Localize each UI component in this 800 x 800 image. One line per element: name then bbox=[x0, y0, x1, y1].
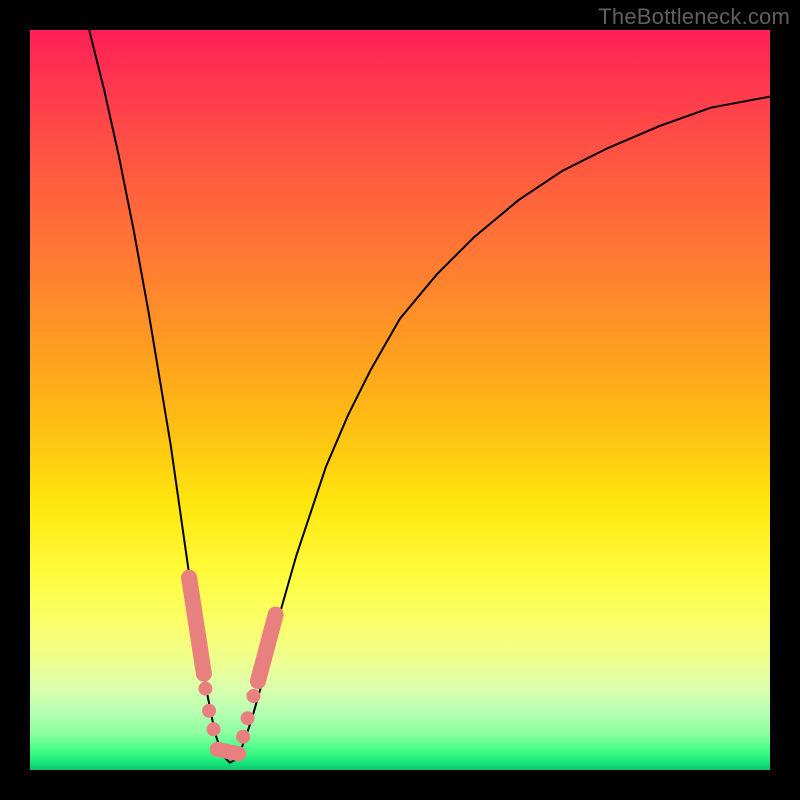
plot-area bbox=[30, 30, 770, 770]
watermark-text: TheBottleneck.com bbox=[598, 4, 790, 30]
bottleneck-curve bbox=[89, 30, 770, 763]
curve-svg bbox=[30, 30, 770, 770]
curve-markers bbox=[189, 578, 276, 754]
chart-frame: TheBottleneck.com bbox=[0, 0, 800, 800]
